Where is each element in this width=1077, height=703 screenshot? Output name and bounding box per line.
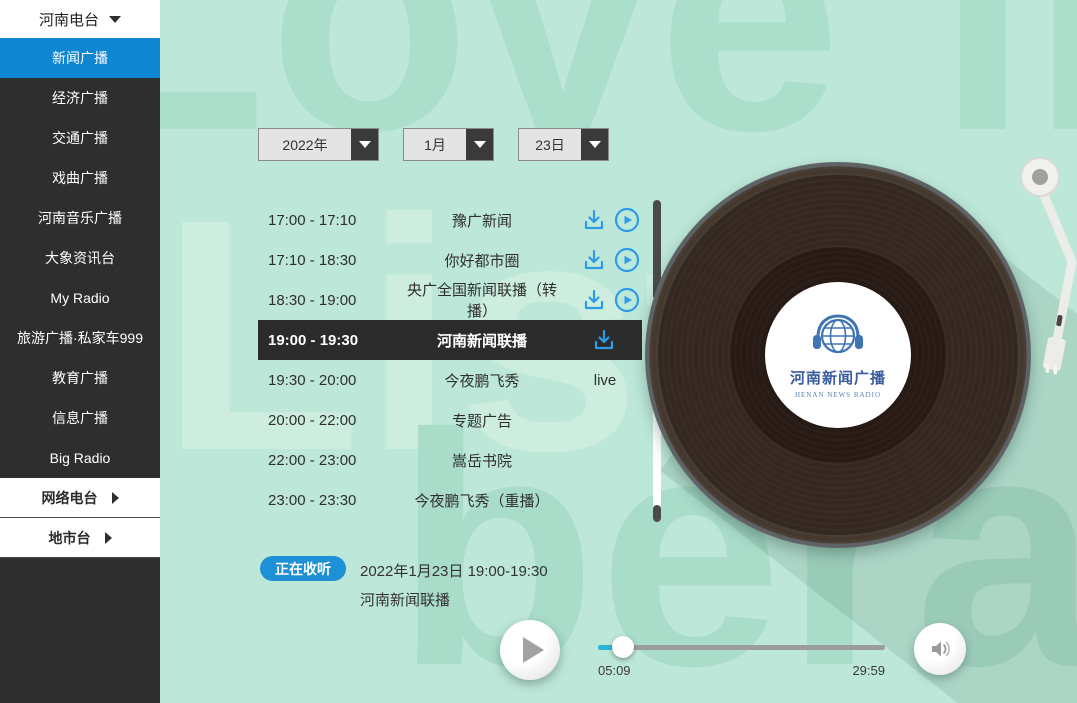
speaker-icon bbox=[927, 636, 953, 662]
sidebar-item-label: 戏曲广播 bbox=[52, 168, 108, 188]
sidebar-item-label: 旅游广播·私家车999 bbox=[17, 328, 143, 348]
schedule-row[interactable]: 18:30 - 19:00 央广全国新闻联播（转播） bbox=[258, 280, 642, 320]
schedule-time: 18:30 - 19:00 bbox=[258, 292, 396, 309]
play-triangle-icon bbox=[523, 637, 544, 663]
schedule-title: 今夜鹏飞秀 bbox=[396, 370, 568, 391]
tonearm-icon bbox=[860, 140, 1077, 390]
schedule-time: 20:00 - 22:00 bbox=[258, 412, 396, 429]
schedule-title: 河南新闻联播 bbox=[396, 330, 568, 351]
day-select-value: 23日 bbox=[519, 129, 581, 160]
schedule-title: 嵩岳书院 bbox=[396, 450, 568, 471]
chevron-right-icon bbox=[112, 492, 119, 504]
schedule-row[interactable]: 17:00 - 17:10 豫广新闻 bbox=[258, 200, 642, 240]
schedule-time: 17:00 - 17:10 bbox=[258, 212, 396, 229]
schedule-time: 22:00 - 23:00 bbox=[258, 452, 396, 469]
sidebar-item-music[interactable]: 河南音乐广播 bbox=[0, 198, 160, 238]
download-icon[interactable] bbox=[581, 247, 607, 273]
sidebar-item-label: 教育广播 bbox=[52, 368, 108, 388]
sidebar-item-travel[interactable]: 旅游广播·私家车999 bbox=[0, 318, 160, 358]
main-panel: Love lit Liste berad 河南新闻广播 HENAN NEWS R… bbox=[160, 0, 1077, 703]
schedule-row[interactable]: 20:00 - 22:00 专题广告 bbox=[258, 400, 642, 440]
sidebar-group-label: 地市台 bbox=[49, 528, 91, 548]
play-circle-icon[interactable] bbox=[614, 287, 640, 313]
volume-button[interactable] bbox=[914, 623, 966, 675]
sidebar-item-news[interactable]: 新闻广播 bbox=[0, 38, 160, 78]
progress-thumb[interactable] bbox=[612, 636, 634, 658]
station-logo-globe-headphones-icon bbox=[809, 311, 867, 361]
sidebar: 河南电台 新闻广播 经济广播 交通广播 戏曲广播 河南音乐广播 大象资讯台 My… bbox=[0, 0, 160, 703]
chevron-right-icon bbox=[105, 532, 112, 544]
sidebar-item-education[interactable]: 教育广播 bbox=[0, 358, 160, 398]
sidebar-item-opera[interactable]: 戏曲广播 bbox=[0, 158, 160, 198]
sidebar-item-my-radio[interactable]: My Radio bbox=[0, 278, 160, 318]
play-circle-icon[interactable] bbox=[614, 247, 640, 273]
chevron-down-icon bbox=[359, 141, 371, 148]
schedule-title: 豫广新闻 bbox=[396, 210, 568, 231]
now-playing-program: 河南新闻联播 bbox=[360, 589, 450, 610]
now-playing-datetime: 2022年1月23日 19:00-19:30 bbox=[360, 560, 548, 581]
sidebar-item-label: 新闻广播 bbox=[52, 48, 108, 68]
download-icon[interactable] bbox=[591, 327, 617, 353]
sidebar-group-network-radio[interactable]: 网络电台 bbox=[0, 478, 160, 518]
date-filter-bar: 2022年 1月 23日 bbox=[258, 128, 609, 161]
sidebar-group-label: 网络电台 bbox=[42, 488, 98, 508]
sidebar-item-traffic[interactable]: 交通广播 bbox=[0, 118, 160, 158]
sidebar-item-label: 交通广播 bbox=[52, 128, 108, 148]
schedule-row[interactable]: 23:00 - 23:30 今夜鹏飞秀（重播） bbox=[258, 480, 642, 520]
year-select-arrow-button[interactable] bbox=[351, 129, 378, 160]
chevron-down-icon bbox=[589, 141, 601, 148]
station-selector-label: 河南电台 bbox=[39, 9, 99, 30]
sidebar-item-elephant-info[interactable]: 大象资讯台 bbox=[0, 238, 160, 278]
now-playing-badge: 正在收听 bbox=[260, 556, 346, 581]
schedule-time: 17:10 - 18:30 bbox=[258, 252, 396, 269]
day-select-arrow-button[interactable] bbox=[581, 129, 608, 160]
sidebar-item-label: Big Radio bbox=[50, 450, 111, 466]
chevron-down-icon bbox=[109, 16, 121, 23]
sidebar-item-label: 河南音乐广播 bbox=[38, 208, 122, 228]
scrollbar-down-button[interactable] bbox=[653, 505, 661, 522]
sidebar-item-economy[interactable]: 经济广播 bbox=[0, 78, 160, 118]
elapsed-time: 05:09 bbox=[598, 663, 631, 678]
play-button[interactable] bbox=[500, 620, 560, 680]
sidebar-item-information[interactable]: 信息广播 bbox=[0, 398, 160, 438]
schedule-title: 今夜鹏飞秀（重播） bbox=[396, 490, 568, 511]
schedule-title: 专题广告 bbox=[396, 410, 568, 431]
chevron-down-icon bbox=[474, 141, 486, 148]
sidebar-item-big-radio[interactable]: Big Radio bbox=[0, 438, 160, 478]
duration-time: 29:59 bbox=[825, 663, 885, 678]
year-select[interactable]: 2022年 bbox=[258, 128, 379, 161]
schedule-row-current[interactable]: 19:00 - 19:30 河南新闻联播 bbox=[258, 320, 642, 360]
station-selector[interactable]: 河南电台 bbox=[0, 0, 160, 38]
sidebar-item-label: My Radio bbox=[50, 290, 109, 306]
month-select[interactable]: 1月 bbox=[403, 128, 494, 161]
day-select[interactable]: 23日 bbox=[518, 128, 609, 161]
sidebar-item-label: 信息广播 bbox=[52, 408, 108, 428]
schedule-row[interactable]: 17:10 - 18:30 你好都市圈 bbox=[258, 240, 642, 280]
download-icon[interactable] bbox=[581, 207, 607, 233]
schedule-time: 19:30 - 20:00 bbox=[258, 372, 396, 389]
sidebar-item-label: 大象资讯台 bbox=[45, 248, 115, 268]
schedule-row[interactable]: 22:00 - 23:00 嵩岳书院 bbox=[258, 440, 642, 480]
progress-bar[interactable] bbox=[598, 645, 885, 650]
sidebar-group-city-stations[interactable]: 地市台 bbox=[0, 518, 160, 558]
year-select-value: 2022年 bbox=[259, 129, 351, 160]
month-select-value: 1月 bbox=[404, 129, 466, 160]
live-badge: live bbox=[568, 372, 642, 389]
download-icon[interactable] bbox=[581, 287, 607, 313]
record-label-subtitle: HENAN NEWS RADIO bbox=[795, 391, 881, 399]
schedule-row[interactable]: 19:30 - 20:00 今夜鹏飞秀 live bbox=[258, 360, 642, 400]
play-circle-icon[interactable] bbox=[614, 207, 640, 233]
schedule-list: 17:00 - 17:10 豫广新闻 17:10 - 18:30 你好都市圈 bbox=[258, 200, 642, 520]
schedule-title: 央广全国新闻联播（转播） bbox=[396, 279, 568, 321]
schedule-time: 19:00 - 19:30 bbox=[258, 332, 396, 349]
schedule-time: 23:00 - 23:30 bbox=[258, 492, 396, 509]
schedule-title: 你好都市圈 bbox=[396, 250, 568, 271]
month-select-arrow-button[interactable] bbox=[466, 129, 493, 160]
sidebar-item-label: 经济广播 bbox=[52, 88, 108, 108]
